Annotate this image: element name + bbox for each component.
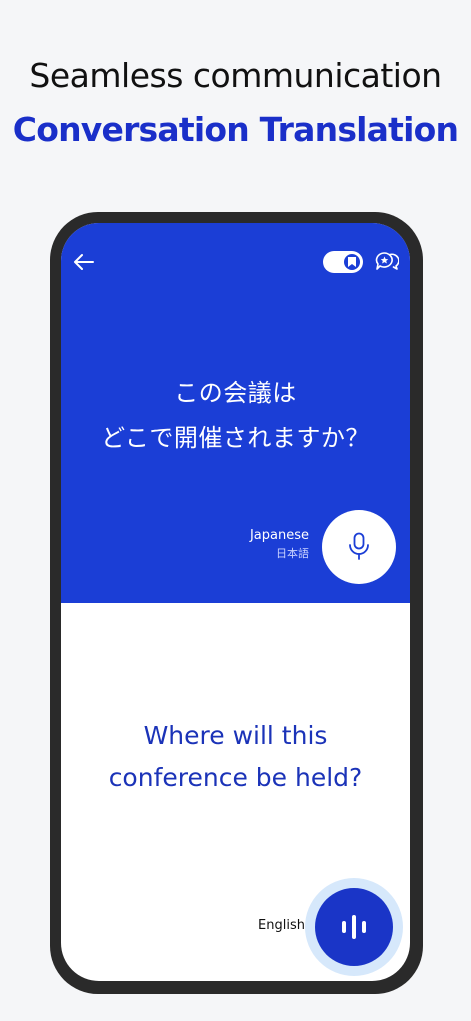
back-arrow-icon[interactable]	[71, 249, 97, 275]
app-screen: この会議は どこで開催されますか？ Japanese 日本語 Where wil…	[61, 223, 410, 981]
chat-star-icon[interactable]	[375, 251, 400, 273]
mic-button[interactable]	[322, 510, 396, 584]
microphone-icon	[349, 532, 369, 560]
bookmark-icon	[344, 254, 360, 270]
phone-frame: この会議は どこで開催されますか？ Japanese 日本語 Where wil…	[50, 212, 423, 994]
voice-button[interactable]	[315, 888, 393, 966]
source-panel: この会議は どこで開催されますか？ Japanese 日本語	[61, 223, 410, 603]
promo-headline: Seamless communication	[29, 56, 442, 95]
source-language-label[interactable]: Japanese 日本語	[250, 527, 309, 563]
target-language-label[interactable]: English	[258, 918, 305, 933]
source-text: この会議は どこで開催されますか？	[101, 379, 370, 452]
promo-title: Conversation Translation	[12, 110, 459, 149]
source-language-native: 日本語	[276, 547, 309, 560]
source-language-name: Japanese	[249, 528, 309, 543]
voice-wave-icon	[342, 915, 366, 939]
bookmark-toggle[interactable]	[323, 251, 363, 273]
translated-text: Where will this conference be held?	[108, 721, 363, 792]
